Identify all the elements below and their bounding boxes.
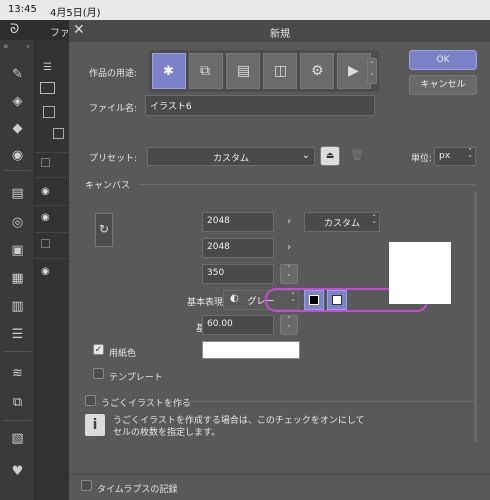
size-stepper-icon: ˄ ˅ bbox=[372, 214, 377, 229]
tool-divider bbox=[4, 351, 31, 352]
app-logo-icon[interactable]: ᘐ bbox=[10, 22, 19, 37]
preset-value: カスタム bbox=[212, 154, 249, 164]
chevron-down-icon: ⌄ bbox=[301, 150, 310, 161]
eye-icon[interactable]: ◉ bbox=[41, 186, 50, 197]
pen-tool-icon[interactable]: ✎ bbox=[8, 66, 27, 83]
timelapse-label: タイムラプスの記録 bbox=[97, 485, 178, 495]
layer-thumb[interactable] bbox=[53, 128, 64, 139]
status-time: 13:45 bbox=[8, 4, 37, 15]
reference-icon[interactable]: ▧ bbox=[8, 430, 27, 447]
material-icon[interactable]: ▦ bbox=[8, 270, 27, 287]
status-date: 4月5日(月) bbox=[50, 8, 101, 19]
new-document-dialog: ✕ 新規 作品の用途: ✱ ⧉ ▤ ◫ ⚙ ▶ ˄ ˅ OK キャンセル ファイル… bbox=[68, 20, 490, 500]
preset-label: プリセット: bbox=[89, 154, 138, 164]
blend-tool-icon[interactable]: ◉ bbox=[8, 147, 27, 164]
usage-stepper[interactable]: ˄ ˅ bbox=[367, 58, 377, 84]
subview-icon[interactable]: ▣ bbox=[8, 242, 27, 259]
history-icon[interactable]: ▥ bbox=[8, 298, 27, 315]
size-preset-value: カスタム bbox=[323, 219, 360, 229]
usage-book-button[interactable]: ◫ bbox=[263, 53, 297, 89]
unit-stepper-icon: ˄ ˅ bbox=[468, 148, 473, 163]
dialog-title: 新規 bbox=[270, 29, 290, 40]
orientation-swap-button[interactable]: ↻ bbox=[95, 213, 113, 247]
unit-label: 単位: bbox=[411, 154, 433, 164]
fill-tool-icon[interactable]: ◆ bbox=[8, 120, 27, 137]
navigator-icon[interactable]: ◎ bbox=[8, 214, 27, 231]
usage-webtoon-button[interactable]: ⧉ bbox=[189, 53, 223, 89]
height-input[interactable]: 2048 bbox=[202, 238, 274, 258]
scrollbar[interactable] bbox=[474, 192, 477, 442]
favorite-icon[interactable]: ♥ bbox=[8, 463, 27, 480]
preset-select[interactable]: カスタム ⌄ bbox=[147, 147, 315, 166]
book-icon: ◫ bbox=[274, 63, 288, 79]
layers-stack-icon[interactable]: ≋ bbox=[8, 365, 27, 382]
resolution-stepper[interactable]: ˄ ˅ bbox=[280, 264, 298, 284]
tool-divider bbox=[4, 170, 31, 171]
chevron-left-icon[interactable]: ‹ bbox=[26, 42, 30, 52]
tool-sidebar: « ‹ ✎ ◈ ◆ ◉ ▤ ◎ ▣ ▦ ▥ ☰ ≋ ⧉ ▧ ♥ bbox=[0, 40, 35, 500]
register-preset-button[interactable]: ⏏ bbox=[320, 146, 340, 166]
canvas-group-label: キャンバス bbox=[85, 181, 131, 191]
resolution-input[interactable]: 350 bbox=[202, 264, 274, 284]
animated-illustration-checkbox[interactable] bbox=[85, 395, 96, 406]
webtoon-icon: ⧉ bbox=[200, 63, 210, 79]
animated-illustration-label: うごくイラストを作る bbox=[101, 399, 191, 409]
group-divider bbox=[177, 401, 475, 402]
color-mode-label: 基本表現色: bbox=[186, 298, 235, 308]
status-bar: 13:45 4月5日(月) bbox=[0, 0, 490, 20]
collapse-icon[interactable]: « bbox=[3, 42, 9, 52]
usage-selector: ✱ ⧉ ▤ ◫ ⚙ ▶ bbox=[149, 50, 379, 92]
canvas-preview bbox=[389, 242, 451, 304]
usage-illustration-button[interactable]: ✱ bbox=[152, 53, 186, 89]
settings-page-icon: ⚙ bbox=[311, 63, 324, 79]
trash-icon[interactable]: 🗑 bbox=[350, 148, 364, 161]
group-divider bbox=[139, 184, 475, 185]
paper-color-checkbox[interactable]: ✓ bbox=[93, 344, 104, 355]
template-checkbox[interactable] bbox=[93, 368, 104, 379]
unit-select[interactable]: px ˄ ˅ bbox=[434, 147, 476, 166]
size-preset-select[interactable]: カスタム ˄ ˅ bbox=[304, 212, 380, 232]
footer-divider bbox=[69, 474, 490, 475]
eye-icon[interactable]: ◉ bbox=[41, 266, 50, 277]
menu-icon[interactable]: ☰ bbox=[43, 62, 52, 73]
list-icon[interactable]: ☰ bbox=[8, 326, 27, 343]
paper-color-swatch[interactable] bbox=[202, 341, 300, 359]
unit-value: px bbox=[439, 151, 451, 161]
info-icon: i bbox=[85, 414, 105, 436]
timelapse-checkbox[interactable] bbox=[81, 480, 92, 491]
film-icon: ▶ bbox=[348, 63, 359, 79]
chevron-right-icon[interactable]: › bbox=[287, 242, 291, 253]
layer-panel-icon[interactable]: ▤ bbox=[8, 185, 27, 202]
chevron-right-icon[interactable]: › bbox=[287, 216, 291, 227]
line-count-input[interactable]: 60.00 bbox=[202, 315, 274, 335]
illustration-icon: ✱ bbox=[163, 64, 174, 79]
tool-divider bbox=[4, 420, 31, 421]
layer-property-icon[interactable]: ⧉ bbox=[8, 394, 27, 411]
save-preset-icon: ⏏ bbox=[325, 151, 335, 161]
comic-page-icon: ▤ bbox=[237, 63, 251, 79]
eye-icon[interactable]: ◉ bbox=[41, 212, 50, 223]
cancel-button[interactable]: キャンセル bbox=[409, 75, 477, 95]
usage-show-all-button[interactable]: ⚙ bbox=[300, 53, 334, 89]
template-label: テンプレート bbox=[109, 373, 163, 383]
usage-animation-button[interactable]: ▶ bbox=[337, 53, 371, 89]
usage-comic-button[interactable]: ▤ bbox=[226, 53, 260, 89]
layer-checkbox[interactable] bbox=[41, 239, 50, 248]
width-input[interactable]: 2048 bbox=[202, 212, 274, 232]
ok-button[interactable]: OK bbox=[409, 50, 477, 70]
info-text-line-2: セルの枚数を指定します。 bbox=[113, 428, 221, 438]
menu-file[interactable]: ファ bbox=[50, 24, 70, 39]
eraser-tool-icon[interactable]: ◈ bbox=[8, 93, 27, 110]
layer-thumb[interactable] bbox=[43, 106, 55, 118]
filename-input[interactable]: イラスト6 bbox=[145, 95, 375, 116]
paper-color-label: 用紙色 bbox=[109, 349, 137, 359]
half-circle-icon: ◐ bbox=[230, 293, 239, 304]
usage-label: 作品の用途: bbox=[89, 69, 138, 79]
line-count-stepper[interactable]: ˄ ˅ bbox=[280, 315, 298, 335]
layer-checkbox[interactable] bbox=[41, 158, 50, 167]
rotate-icon: ↻ bbox=[99, 222, 110, 236]
filename-label: ファイル名: bbox=[89, 104, 138, 114]
layer-thumb[interactable] bbox=[40, 82, 55, 94]
